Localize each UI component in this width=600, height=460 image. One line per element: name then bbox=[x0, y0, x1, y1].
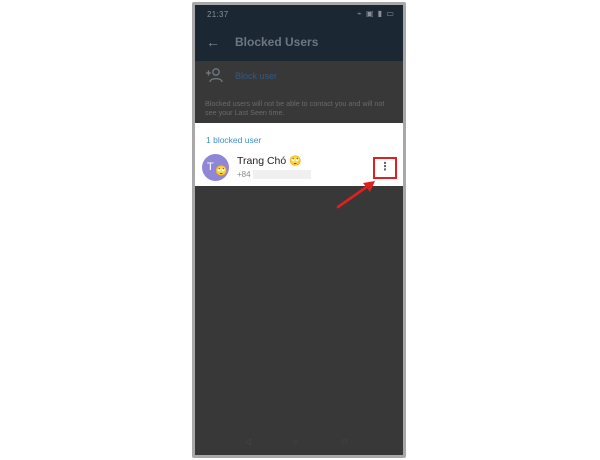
add-user-icon bbox=[206, 68, 223, 83]
more-vertical-icon: ⋮ bbox=[379, 161, 391, 173]
status-bar: 21:37 ⌁ ▣ ▮ ▭ bbox=[195, 5, 403, 25]
more-options-button[interactable]: ⋮ bbox=[373, 157, 397, 179]
nav-recent-icon[interactable]: □ bbox=[342, 437, 347, 446]
block-user-label: Block user bbox=[235, 71, 278, 81]
blocked-users-card: 1 blocked user T 🙄 Trang Chó 🙄 +84 ⋮ bbox=[195, 123, 403, 186]
user-phone: +84 bbox=[237, 170, 311, 180]
app-bar: ← Blocked Users bbox=[195, 25, 403, 61]
status-icons: ⌁ ▣ ▮ ▭ bbox=[356, 9, 395, 18]
avatar-emoji: 🙄 bbox=[215, 166, 228, 177]
user-name-emoji: 🙄 bbox=[289, 156, 302, 167]
page-title: Blocked Users bbox=[235, 35, 319, 49]
red-arrow-annotation bbox=[336, 181, 375, 209]
phone-prefix: +84 bbox=[237, 170, 251, 179]
blocked-info-text: Blocked users will not be able to contac… bbox=[205, 99, 385, 117]
nav-home-icon[interactable]: ○ bbox=[293, 437, 298, 446]
avatar: T 🙄 bbox=[202, 154, 229, 181]
phone-screen: 21:37 ⌁ ▣ ▮ ▭ ← Blocked Users Block user… bbox=[195, 5, 403, 455]
user-name-text: Trang Chó bbox=[237, 155, 287, 167]
user-name: Trang Chó 🙄 bbox=[237, 155, 302, 167]
status-time: 21:37 bbox=[207, 10, 229, 19]
blocked-count-header: 1 blocked user bbox=[206, 135, 262, 145]
system-nav-bar: ◁ ○ □ bbox=[195, 433, 403, 453]
phone-redaction bbox=[252, 170, 311, 180]
block-user-row[interactable]: Block user bbox=[195, 61, 403, 91]
nav-back-icon[interactable]: ◁ bbox=[245, 437, 251, 446]
back-arrow-icon[interactable]: ← bbox=[203, 32, 223, 52]
avatar-initial: T bbox=[207, 161, 214, 173]
